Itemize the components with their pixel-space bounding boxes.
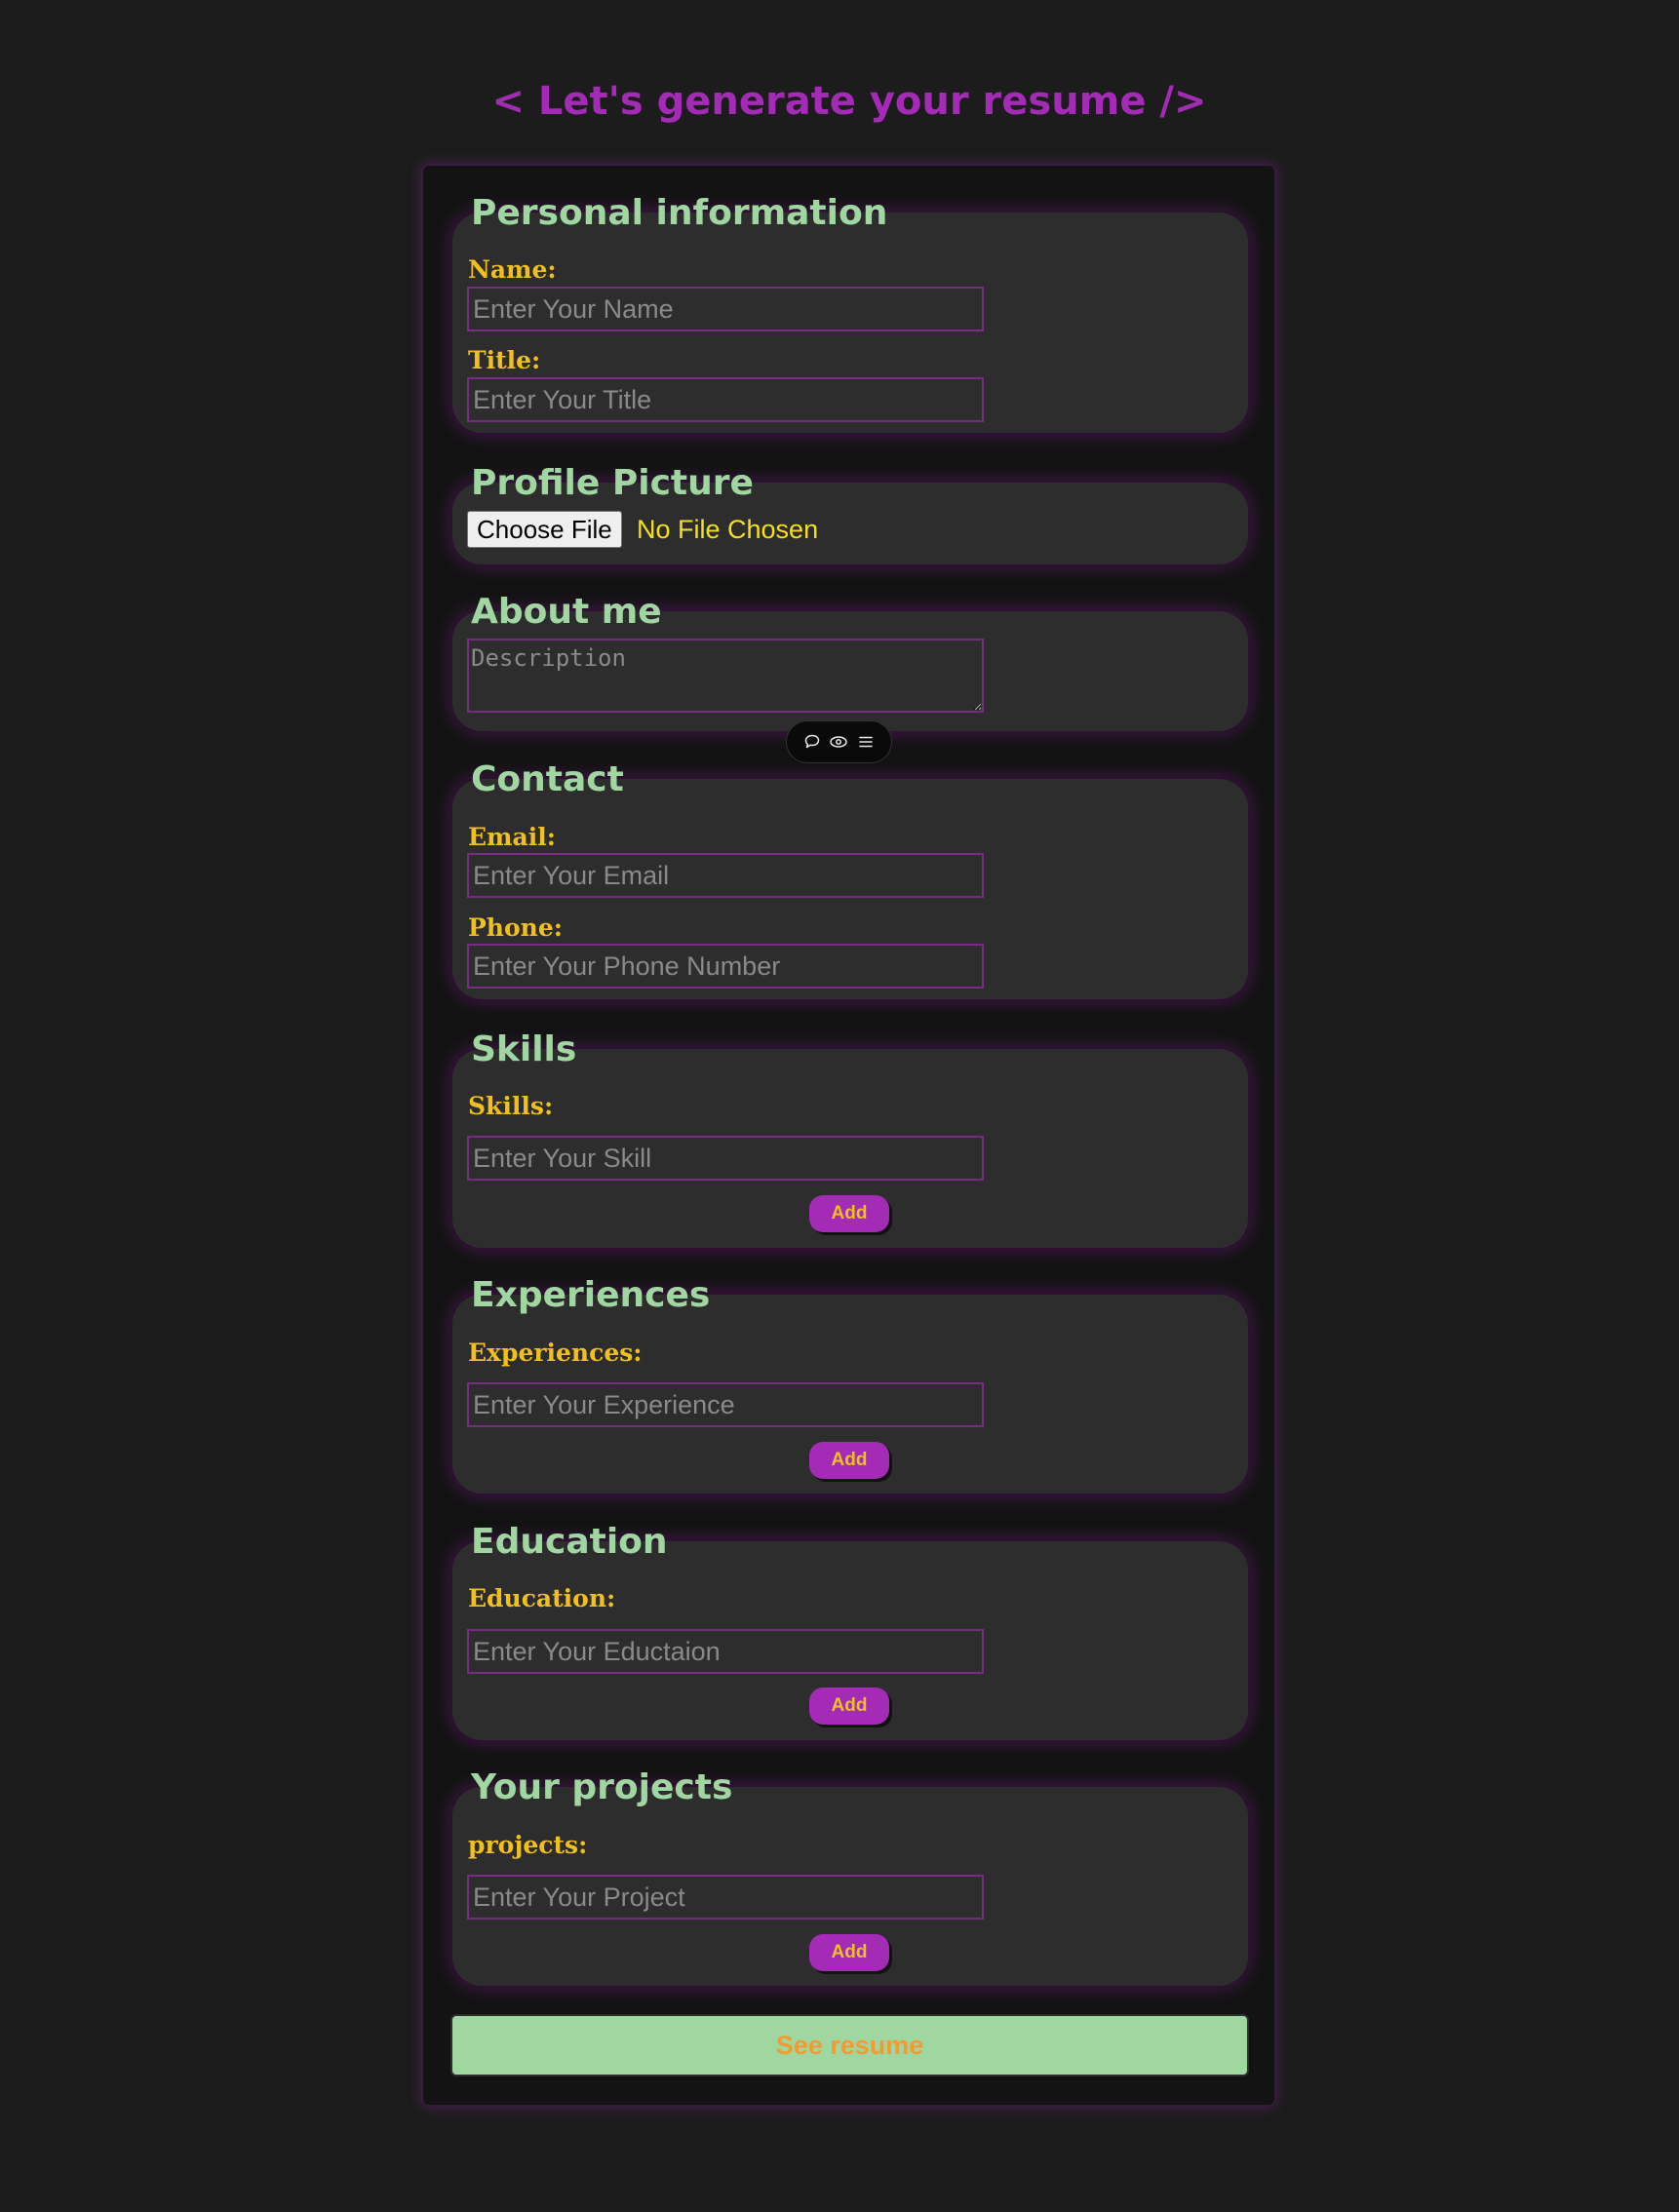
file-status-text: No File Chosen (637, 515, 819, 544)
see-resume-button[interactable]: See resume (450, 2014, 1249, 2076)
title-label: Title: (468, 346, 541, 374)
title-input[interactable] (467, 377, 984, 422)
email-input[interactable] (467, 853, 984, 898)
add-project-button[interactable]: Add (809, 1934, 889, 1971)
skill-input[interactable] (467, 1136, 984, 1181)
menu-icon[interactable] (856, 732, 876, 752)
section-title-contact: Contact (471, 759, 624, 799)
phone-label: Phone: (468, 913, 563, 942)
section-title-about: About me (471, 592, 662, 632)
page-title: < Let's generate your resume /> (491, 79, 1207, 124)
comment-icon[interactable] (802, 732, 822, 752)
add-education-button[interactable]: Add (809, 1688, 889, 1725)
skills-label: Skills: (468, 1092, 554, 1120)
experience-input[interactable] (467, 1382, 984, 1427)
add-experience-button[interactable]: Add (809, 1442, 889, 1479)
experiences-label: Experiences: (468, 1339, 643, 1367)
floating-toolbar (786, 720, 892, 763)
phone-input[interactable] (467, 944, 984, 989)
eye-icon[interactable] (829, 732, 848, 752)
section-title-experiences: Experiences (471, 1275, 711, 1315)
section-title-education: Education (471, 1522, 668, 1562)
name-input[interactable] (467, 287, 984, 331)
education-label: Education: (468, 1584, 616, 1612)
add-skill-button[interactable]: Add (809, 1195, 889, 1232)
section-title-skills: Skills (471, 1029, 577, 1069)
project-input[interactable] (467, 1875, 984, 1920)
section-title-personal-info: Personal information (471, 193, 888, 233)
description-textarea[interactable] (467, 639, 984, 713)
section-title-profile-picture: Profile Picture (471, 463, 754, 503)
choose-file-button[interactable]: Choose File (467, 511, 622, 548)
projects-label: projects: (468, 1831, 588, 1859)
email-label: Email: (468, 823, 556, 851)
section-title-projects: Your projects (471, 1767, 733, 1807)
name-label: Name: (468, 255, 557, 284)
education-input[interactable] (467, 1629, 984, 1674)
